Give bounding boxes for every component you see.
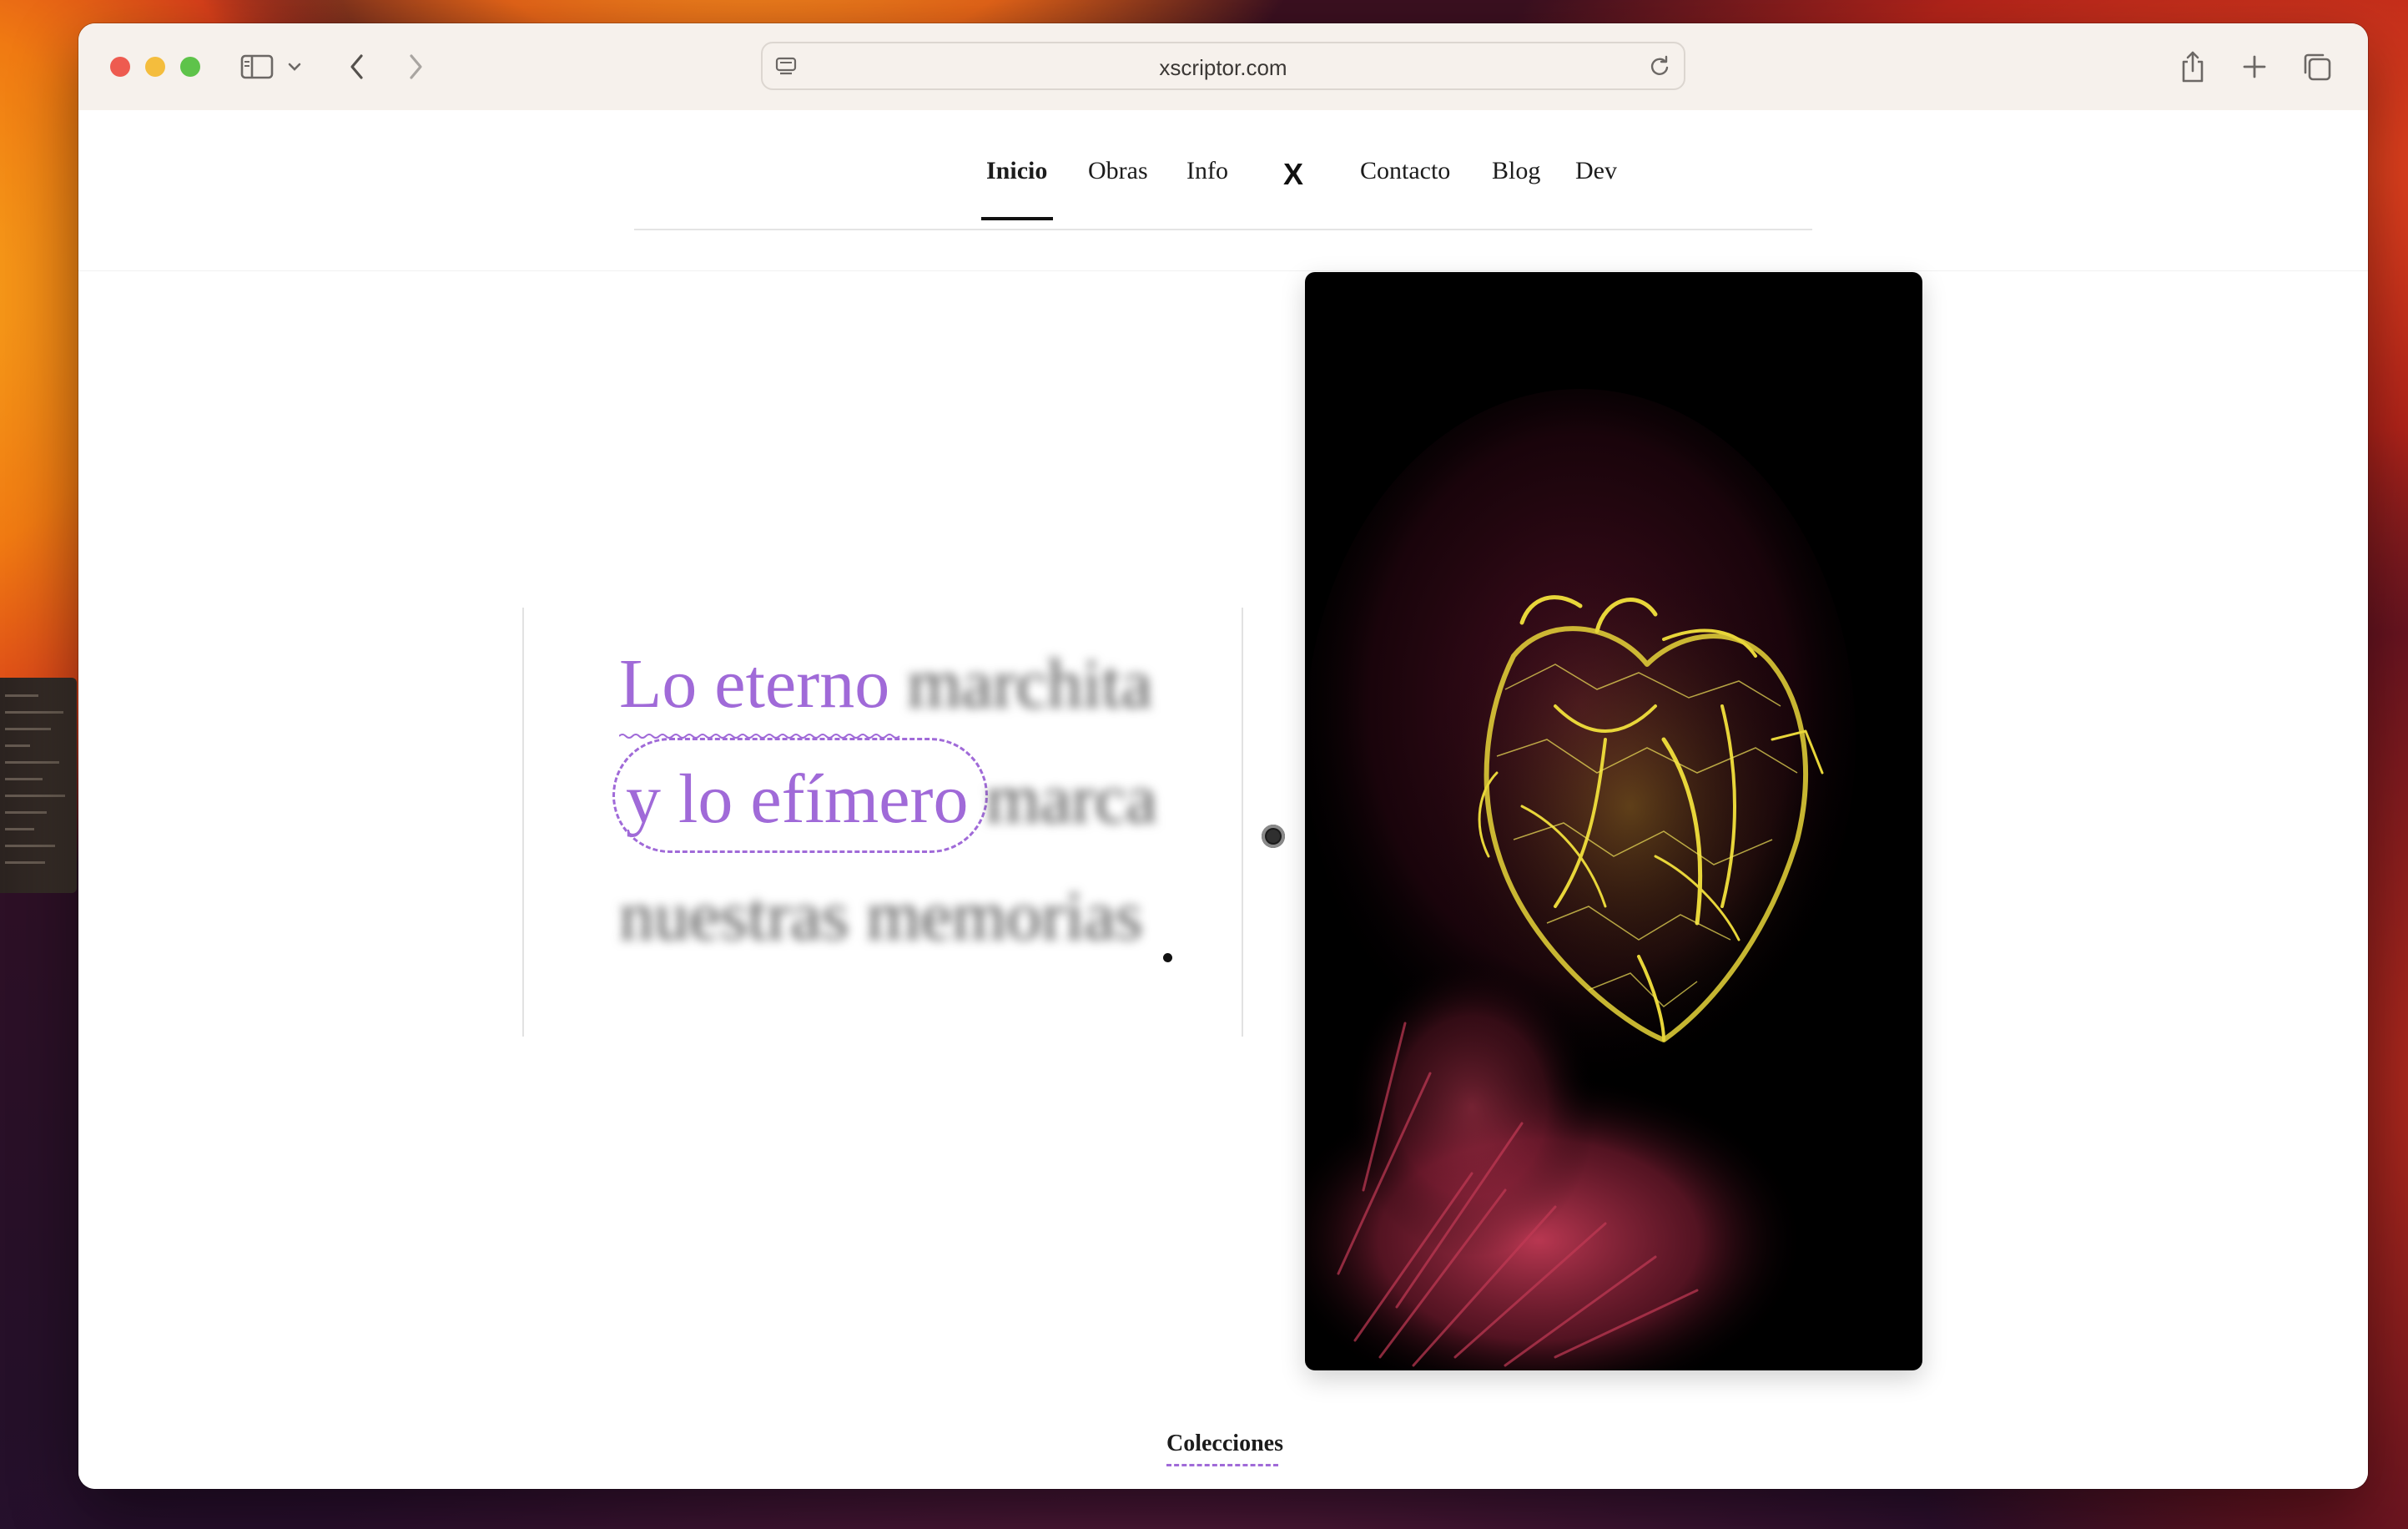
slider-handle[interactable] — [1262, 825, 1285, 848]
hero-period-mark — [1163, 953, 1172, 962]
nav-active-underline — [981, 217, 1053, 220]
text-left-rule — [522, 608, 524, 1037]
tabs-icon[interactable] — [2300, 48, 2335, 85]
url-text: xscriptor.com — [1159, 55, 1287, 80]
nav-info[interactable]: Info — [1186, 159, 1228, 184]
browser-toolbar: xscriptor.com — [78, 23, 2368, 111]
hero-line-3: nuestras memorias — [619, 881, 1143, 951]
header-divider — [78, 270, 2368, 271]
hero-hidden-word-2: marca — [985, 760, 1157, 838]
hero-hidden-line-3: nuestras memorias — [619, 877, 1143, 955]
browser-window: xscriptor.com Inicio Obras Info X Contac… — [78, 23, 2368, 1489]
hero-line-2: y lo efímero marca — [626, 764, 1157, 835]
hero-line-1: Lo eterno marchita — [619, 649, 1152, 719]
hero-highlight-2[interactable]: y lo efímero — [626, 760, 969, 838]
zoom-window-button[interactable] — [180, 57, 200, 77]
plus-icon[interactable] — [2238, 48, 2271, 85]
background-window[interactable] — [0, 678, 77, 893]
chevron-down-icon[interactable] — [284, 48, 305, 85]
colecciones-underline — [1166, 1464, 1278, 1466]
forward-icon[interactable] — [402, 48, 429, 85]
artwork-image[interactable] — [1305, 272, 1922, 1370]
address-bar[interactable]: xscriptor.com — [761, 42, 1685, 90]
nav-obras[interactable]: Obras — [1088, 159, 1148, 184]
sidebar-icon[interactable] — [239, 48, 275, 85]
text-right-rule — [1242, 608, 1243, 1037]
hero-highlight-1[interactable]: Lo eterno — [619, 645, 889, 723]
back-icon[interactable] — [344, 48, 370, 85]
reload-icon[interactable] — [1647, 54, 1672, 83]
colecciones-link[interactable]: Colecciones — [1166, 1431, 1283, 1457]
minimize-window-button[interactable] — [145, 57, 165, 77]
nav-inicio[interactable]: Inicio — [986, 159, 1047, 184]
share-icon[interactable] — [2176, 48, 2209, 85]
site-nav: Inicio Obras Info X Contacto Blog Dev — [634, 110, 1812, 230]
nav-dev[interactable]: Dev — [1575, 159, 1617, 184]
nav-blog[interactable]: Blog — [1492, 159, 1540, 184]
close-window-button[interactable] — [110, 57, 130, 77]
nav-x-link[interactable]: X — [1283, 157, 1303, 192]
web-page: Inicio Obras Info X Contacto Blog Dev Lo… — [78, 110, 2368, 1489]
nav-contacto[interactable]: Contacto — [1360, 159, 1450, 184]
hero-hidden-word-1: marchita — [907, 645, 1153, 723]
